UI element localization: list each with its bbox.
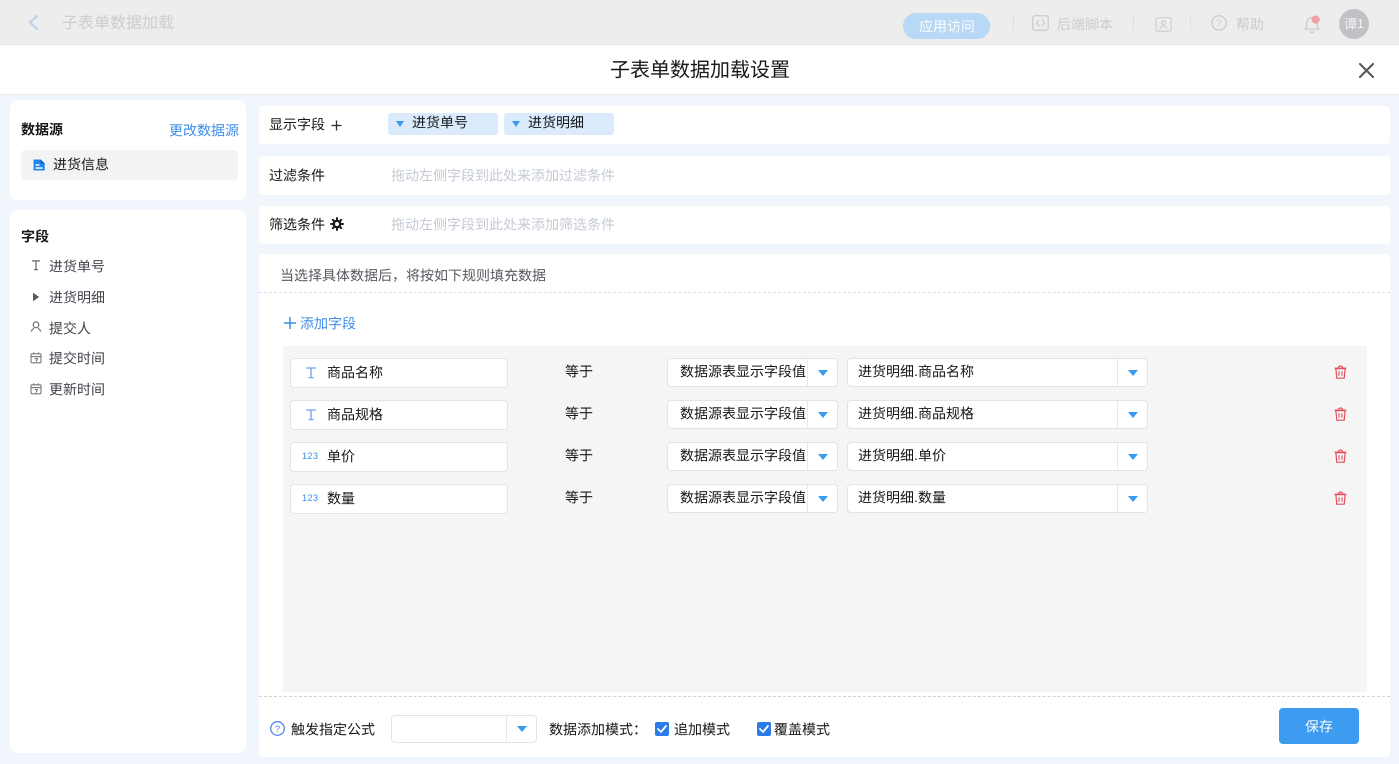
svg-text:?: ? [1216, 19, 1222, 30]
svg-text:?: ? [275, 724, 280, 735]
